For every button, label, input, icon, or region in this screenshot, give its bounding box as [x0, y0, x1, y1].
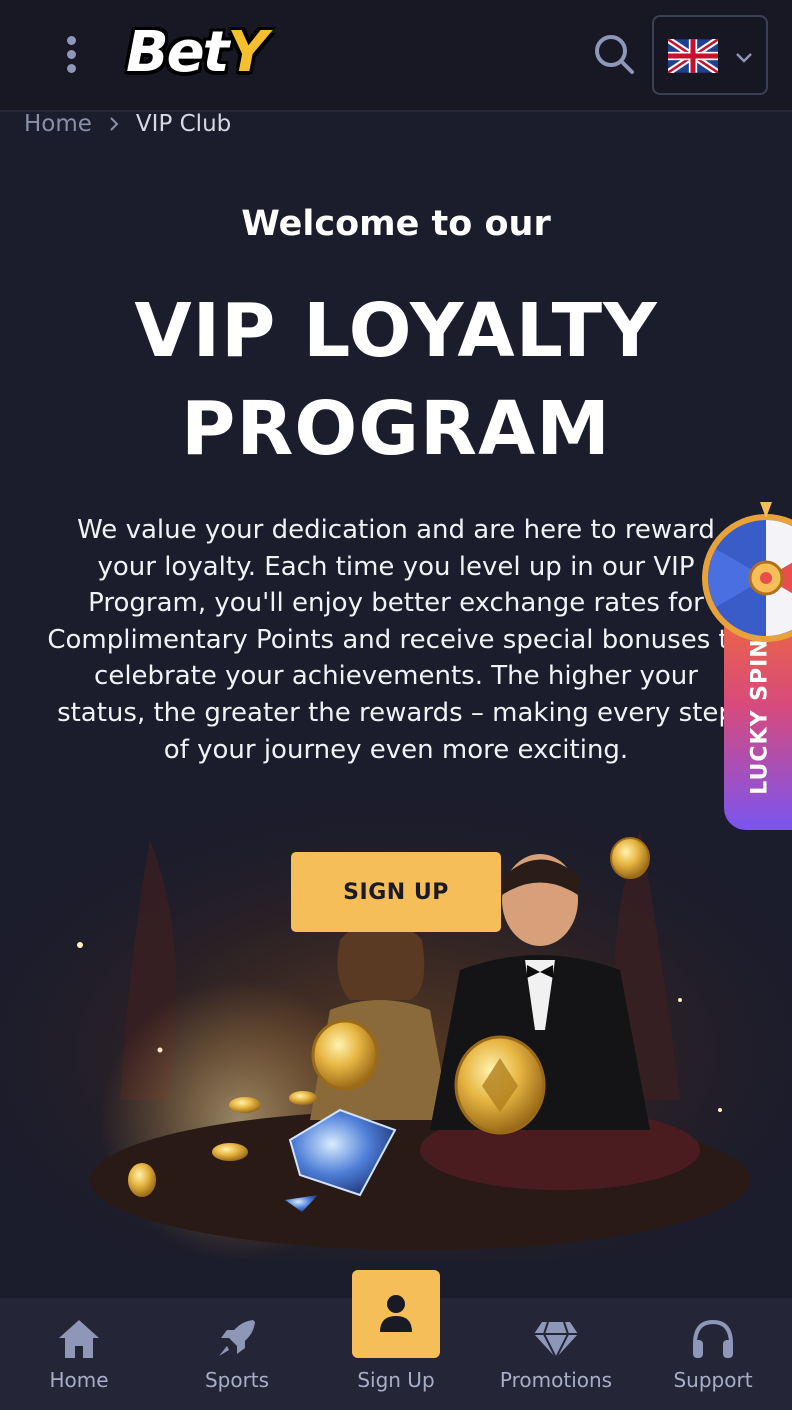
intro-paragraph: We value your dedication and are here to…: [47, 515, 745, 765]
page-title: VIP LOYALTY PROGRAM: [60, 282, 732, 478]
chevron-right-icon: [110, 117, 119, 131]
lucky-spin-widget[interactable]: LUCKY SPIN: [700, 502, 792, 830]
title-line-1: VIP LOYALTY: [134, 288, 658, 374]
logo-accent-text: Y: [227, 20, 268, 85]
top-header: BetY: [0, 0, 792, 112]
title-line-2: PROGRAM: [181, 386, 611, 472]
user-icon: [380, 1295, 412, 1332]
menu-icon[interactable]: [60, 34, 84, 76]
brand-logo[interactable]: BetY: [120, 16, 320, 92]
breadcrumb-home-link[interactable]: Home: [24, 111, 92, 137]
nav-label-sports: Sports: [204, 1368, 270, 1392]
welcome-heading: Welcome to our: [241, 204, 551, 244]
prize-wheel-icon: [702, 502, 792, 642]
search-icon: [595, 35, 634, 74]
logo-text: Bet: [126, 20, 229, 85]
breadcrumb: Home VIP Club: [24, 108, 231, 140]
nav-item-sports[interactable]: Sports: [158, 1298, 316, 1410]
nav-label-support: Support: [673, 1368, 753, 1392]
headset-icon: [693, 1319, 733, 1358]
nav-item-support[interactable]: Support: [634, 1298, 792, 1410]
sign-up-button[interactable]: SIGN UP: [291, 852, 501, 932]
nav-item-home[interactable]: Home: [0, 1298, 158, 1410]
search-button[interactable]: [592, 32, 636, 76]
language-select[interactable]: [652, 15, 768, 95]
nav-label-sign-up: Sign Up: [357, 1368, 435, 1392]
nav-sign-up-button[interactable]: [352, 1270, 440, 1358]
nav-item-promotions[interactable]: Promotions: [477, 1298, 635, 1410]
nav-label-promotions: Promotions: [499, 1368, 613, 1392]
uk-flag-icon: [668, 39, 718, 73]
rocket-icon: [219, 1320, 255, 1356]
lucky-spin-label: LUCKY SPIN: [747, 637, 773, 795]
diamond-icon: [534, 1321, 578, 1361]
chevron-down-icon: [736, 53, 752, 63]
page: BetY Home VIP Club Welcome to our VIP LO…: [0, 0, 792, 1410]
nav-label-home: Home: [49, 1368, 109, 1392]
breadcrumb-current: VIP Club: [135, 111, 232, 137]
home-icon: [59, 1320, 99, 1358]
